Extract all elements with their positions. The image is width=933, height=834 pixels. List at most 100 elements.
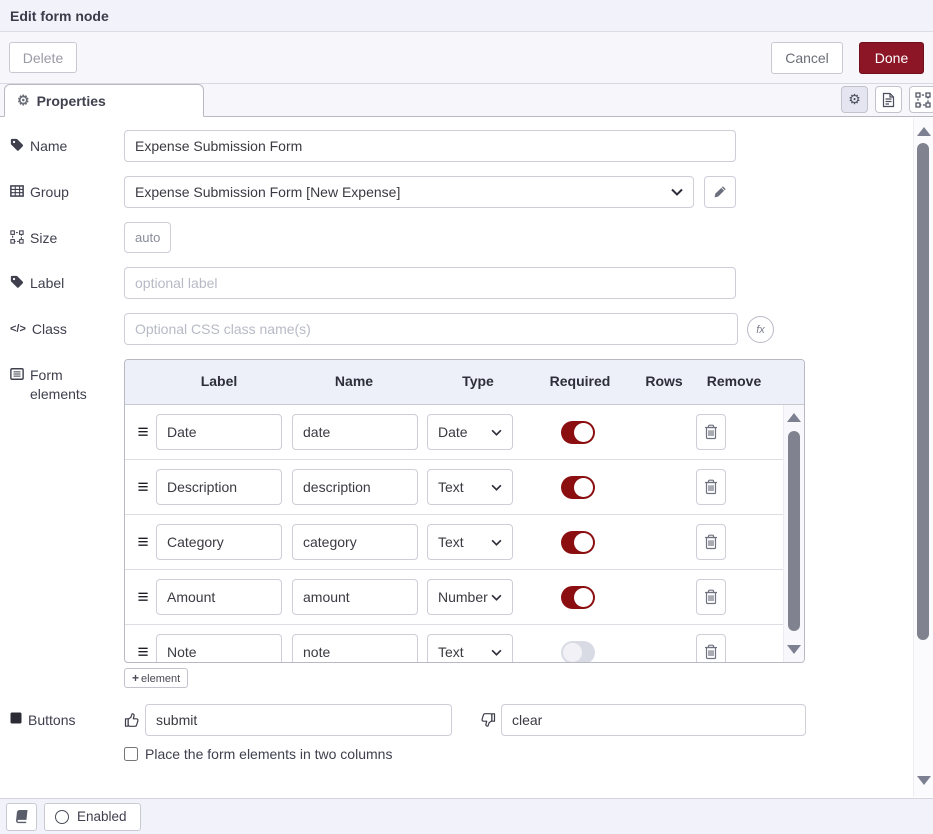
element-label-input[interactable] <box>156 634 282 662</box>
description-tab-button[interactable] <box>875 86 902 113</box>
trash-icon <box>704 479 718 495</box>
table-row: ≡ Date <box>125 405 785 460</box>
element-name-input[interactable] <box>292 634 418 662</box>
toggle-knob <box>574 588 593 607</box>
required-toggle[interactable] <box>561 531 595 554</box>
element-name-input[interactable] <box>292 524 418 560</box>
element-name-input[interactable] <box>292 469 418 505</box>
remove-element-button[interactable] <box>696 524 726 560</box>
edit-group-button[interactable] <box>704 176 736 208</box>
enabled-label: Enabled <box>77 809 127 824</box>
gear-icon: ⚙ <box>848 91 861 108</box>
book-icon <box>14 809 29 824</box>
scroll-down-arrow[interactable] <box>787 645 801 654</box>
element-label-input[interactable] <box>156 524 282 560</box>
node-info-button[interactable] <box>6 803 37 831</box>
form-elements-table: Label Name Type Required Rows Remove ≡ D… <box>124 359 805 663</box>
drag-handle-icon[interactable]: ≡ <box>133 478 153 497</box>
toggle-knob <box>574 478 593 497</box>
scroll-up-arrow[interactable] <box>787 413 801 422</box>
size-label: Size <box>10 222 124 248</box>
element-label-input[interactable] <box>156 579 282 615</box>
clear-button-input[interactable] <box>501 704 806 736</box>
scroll-up-arrow[interactable] <box>917 127 931 136</box>
remove-element-button[interactable] <box>696 634 726 662</box>
name-input[interactable] <box>124 130 736 162</box>
tab-actions: ⚙ <box>841 86 933 113</box>
element-type-select[interactable]: Number <box>427 579 513 615</box>
drag-handle-icon[interactable]: ≡ <box>133 588 153 607</box>
toggle-knob <box>574 533 593 552</box>
two-columns-label: Place the form elements in two columns <box>145 746 392 762</box>
element-label-input[interactable] <box>156 414 282 450</box>
properties-tab-button[interactable]: ⚙ <box>841 86 868 113</box>
toggle-knob <box>574 423 593 442</box>
appearance-tab-button[interactable] <box>909 86 933 113</box>
done-button[interactable]: Done <box>859 42 924 74</box>
label-label: Label <box>10 267 124 293</box>
remove-element-button[interactable] <box>696 414 726 450</box>
element-type-select[interactable]: Text <box>427 634 513 662</box>
buttons-row: Buttons <box>0 704 913 736</box>
chevron-down-icon <box>491 484 502 491</box>
required-toggle[interactable] <box>561 476 595 499</box>
remove-element-button[interactable] <box>696 469 726 505</box>
pencil-icon <box>713 185 727 199</box>
main-scrollbar[interactable] <box>913 118 933 797</box>
table-icon <box>10 184 24 198</box>
element-name-input[interactable] <box>292 414 418 450</box>
class-input[interactable] <box>124 313 738 345</box>
table-scrollbar[interactable] <box>783 405 804 662</box>
tab-properties[interactable]: ⚙ Properties <box>4 84 204 117</box>
element-type-select[interactable]: Date <box>427 414 513 450</box>
enabled-toggle-button[interactable]: Enabled <box>44 803 141 831</box>
table-header: Label Name Type Required Rows Remove <box>125 360 804 405</box>
table-row: ≡ Text <box>125 515 785 570</box>
trash-icon <box>704 534 718 550</box>
trash-icon <box>704 424 718 440</box>
col-type: Type <box>462 373 494 389</box>
properties-panel: Name Group Expense Submission Form [New … <box>0 118 913 798</box>
delete-button[interactable]: Delete <box>9 42 77 73</box>
two-columns-row: Place the form elements in two columns <box>0 746 913 762</box>
required-toggle[interactable] <box>561 641 595 663</box>
submit-button-input[interactable] <box>145 704 452 736</box>
dialog-header: Edit form node <box>0 0 933 32</box>
buttons-label: Buttons <box>10 704 124 730</box>
dialog-footer: Enabled <box>0 798 933 834</box>
two-columns-checkbox[interactable] <box>124 747 138 761</box>
cancel-button[interactable]: Cancel <box>771 42 843 74</box>
main-scrollbar-thumb[interactable] <box>917 143 929 640</box>
col-label: Label <box>201 373 238 389</box>
size-auto-button[interactable]: auto <box>124 222 171 253</box>
trash-icon <box>704 644 718 660</box>
group-select[interactable]: Expense Submission Form [New Expense] <box>124 176 694 208</box>
table-scrollbar-thumb[interactable] <box>788 431 800 631</box>
element-type-select[interactable]: Text <box>427 524 513 560</box>
form-elements-row: Form elements Label Name Type Required R… <box>0 359 913 663</box>
chevron-down-icon <box>491 539 502 546</box>
drag-handle-icon[interactable]: ≡ <box>133 533 153 552</box>
element-label-input[interactable] <box>156 469 282 505</box>
remove-element-button[interactable] <box>696 579 726 615</box>
element-type-select[interactable]: Text <box>427 469 513 505</box>
chevron-down-icon <box>491 429 502 436</box>
fx-button[interactable]: fx <box>747 316 774 343</box>
dialog-toolbar: Delete Cancel Done <box>0 32 933 84</box>
col-name: Name <box>335 373 373 389</box>
label-input[interactable] <box>124 267 736 299</box>
scroll-down-arrow[interactable] <box>917 776 931 785</box>
drag-handle-icon[interactable]: ≡ <box>133 643 153 662</box>
gear-icon: ⚙ <box>17 92 30 109</box>
group-label: Group <box>10 176 124 202</box>
size-row: Size auto <box>0 222 913 253</box>
group-row: Group Expense Submission Form [New Expen… <box>0 176 913 208</box>
thumbs-down-icon <box>480 712 496 728</box>
required-toggle[interactable] <box>561 586 595 609</box>
drag-handle-icon[interactable]: ≡ <box>133 423 153 442</box>
required-toggle[interactable] <box>561 421 595 444</box>
form-elements-label: Form elements <box>10 359 124 404</box>
add-element-button[interactable]: +element <box>124 668 188 688</box>
element-name-input[interactable] <box>292 579 418 615</box>
tab-bar: ⚙ Properties ⚙ <box>0 84 933 117</box>
